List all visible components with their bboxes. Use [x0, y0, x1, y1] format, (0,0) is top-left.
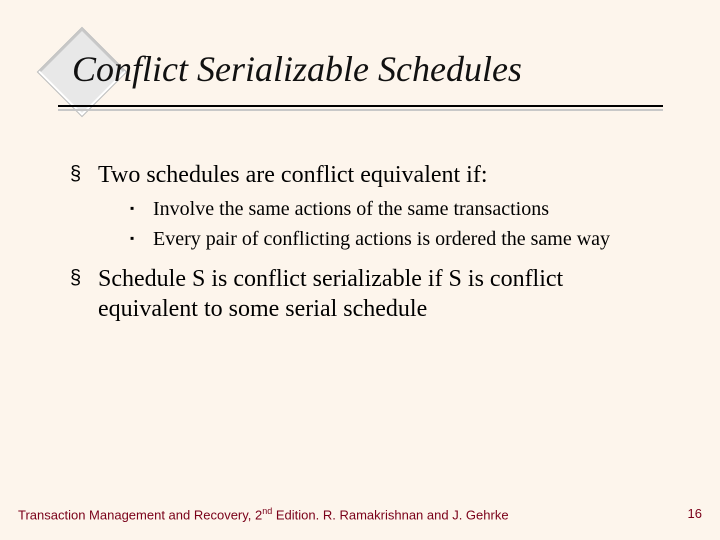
bullet-level1: § Two schedules are conflict equivalent … — [70, 160, 660, 190]
slide-title: Conflict Serializable Schedules — [72, 48, 522, 90]
bullet-glyph: ▪ — [130, 226, 148, 250]
title-underline — [58, 105, 663, 107]
footer-citation: Transaction Management and Recovery, 2nd… — [18, 506, 509, 522]
bullet-text: Involve the same actions of the same tra… — [153, 196, 643, 222]
page-number: 16 — [688, 506, 702, 521]
bullet-level1: § Schedule S is conflict serializable if… — [70, 264, 660, 324]
slide-body: § Two schedules are conflict equivalent … — [70, 160, 660, 330]
footer-superscript: nd — [262, 506, 272, 516]
slide: Conflict Serializable Schedules § Two sc… — [0, 0, 720, 540]
bullet-glyph: § — [70, 264, 92, 292]
footer-text-post: Edition. R. Ramakrishnan and J. Gehrke — [272, 507, 508, 522]
bullet-text: Two schedules are conflict equivalent if… — [98, 160, 658, 190]
footer-text-pre: Transaction Management and Recovery, 2 — [18, 507, 262, 522]
bullet-text: Every pair of conflicting actions is ord… — [153, 226, 643, 252]
bullet-glyph: ▪ — [130, 196, 148, 220]
bullet-level2: ▪ Involve the same actions of the same t… — [130, 196, 660, 222]
sub-bullet-group: ▪ Involve the same actions of the same t… — [130, 196, 660, 252]
slide-footer: Transaction Management and Recovery, 2nd… — [18, 506, 702, 522]
bullet-text: Schedule S is conflict serializable if S… — [98, 264, 658, 324]
bullet-level2: ▪ Every pair of conflicting actions is o… — [130, 226, 660, 252]
bullet-glyph: § — [70, 160, 92, 188]
